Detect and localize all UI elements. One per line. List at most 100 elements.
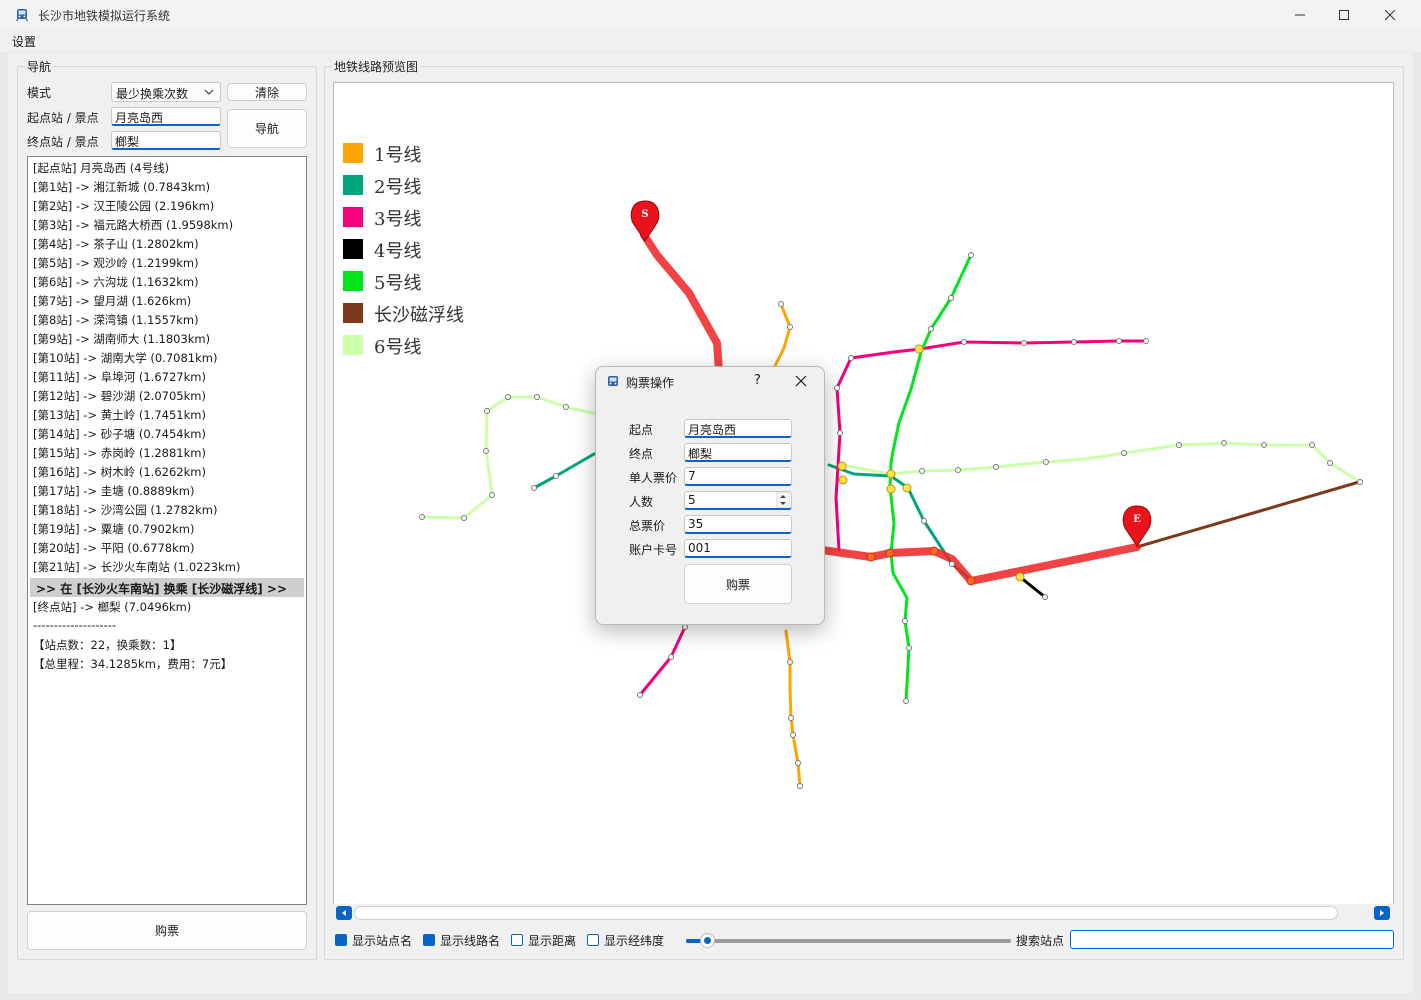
end-marker-label: E	[1133, 514, 1141, 525]
metro-map-canvas[interactable]: S E 1号线 2号线 3号线 4号线 5号线 长沙磁浮线 6号线	[333, 82, 1394, 922]
close-icon	[795, 375, 807, 387]
dialog-start-input[interactable]: 月亮岛西	[684, 419, 792, 438]
menu-bar: 设置	[0, 30, 1421, 52]
start-marker-label: S	[641, 209, 648, 220]
navigate-button[interactable]: 导航	[227, 109, 307, 148]
route-step-line: [第1站] -> 湘江新城 (0.7843km)	[33, 180, 211, 194]
route-step-line: [第12站] -> 碧沙湖 (2.0705km)	[33, 389, 206, 403]
legend-label: 2号线	[374, 177, 422, 198]
legend-label: 3号线	[374, 209, 422, 230]
dialog-end-input[interactable]: 榔梨	[684, 443, 792, 462]
mode-select-value: 最少换乘次数	[116, 87, 189, 101]
route-step-line: [第14站] -> 砂子塘 (0.7454km)	[33, 427, 206, 441]
show-distance-checkbox[interactable]	[511, 934, 523, 946]
buy-ticket-button[interactable]: 购票	[27, 911, 307, 950]
search-station-input[interactable]	[1070, 930, 1394, 949]
map-hscroll-thumb[interactable]	[354, 906, 1338, 920]
zoom-slider-handle-dot	[704, 937, 711, 944]
route-step-line: [第8站] -> 溁湾镇 (1.1557km)	[33, 313, 199, 327]
maximize-button[interactable]	[1321, 0, 1367, 30]
dialog-start-label: 起点	[629, 423, 654, 437]
route-step-line: [第13站] -> 黄土岭 (1.7451km)	[33, 408, 206, 422]
clear-button[interactable]: 清除	[227, 83, 307, 101]
total-price-label: 总票价	[629, 519, 666, 533]
show-station-names-checkbox[interactable]	[335, 934, 347, 946]
window-title: 长沙市地铁模拟运行系统	[38, 9, 171, 23]
show-line-names-label: 显示线路名	[440, 934, 501, 948]
end-marker: E	[1122, 505, 1152, 547]
passenger-count-value: 5	[688, 493, 696, 507]
route-step-line: [第20站] -> 平阳 (0.6778km)	[33, 541, 195, 555]
unit-price-label: 单人票价	[629, 471, 678, 485]
help-button[interactable]: ?	[754, 373, 761, 388]
show-latlng-label: 显示经纬度	[604, 934, 665, 948]
scroll-right-button[interactable]	[1374, 906, 1390, 920]
start-station-input[interactable]: 月亮岛西	[111, 107, 221, 126]
title-bar: 长沙市地铁模拟运行系统	[0, 0, 1421, 30]
dialog-close-button[interactable]	[795, 375, 807, 390]
scroll-left-button[interactable]	[336, 906, 352, 920]
legend-label: 4号线	[374, 241, 422, 262]
route-divider: --------------------	[33, 618, 116, 632]
minimize-button[interactable]	[1277, 0, 1323, 30]
triangle-right-icon	[1380, 910, 1384, 916]
metro-dialog-icon	[606, 375, 620, 392]
minimize-icon	[1295, 14, 1305, 16]
route-step-line: [第6站] -> 六沟垅 (1.1632km)	[33, 275, 199, 289]
spin-up-down-icon	[775, 492, 791, 508]
legend-label: 1号线	[374, 145, 422, 166]
route-summary-distance: 【总里程：34.1285km，费用：7元】	[33, 657, 233, 671]
purchase-dialog: 购票操作 ? 起点 月亮岛西 终点 榔梨 单人票价 7 人数 5 总票价 35 …	[595, 366, 825, 625]
legend-swatch	[343, 143, 363, 163]
spinbox-arrows[interactable]	[775, 492, 791, 508]
route-start-line: [起点站] 月亮岛西 (4号线)	[33, 161, 170, 175]
dialog-buy-button[interactable]: 购票	[684, 564, 792, 604]
metro-map-svg: S E	[419, 200, 1363, 789]
legend-swatch	[343, 175, 363, 195]
mode-label: 模式	[27, 86, 52, 100]
menu-settings[interactable]: 设置	[12, 33, 36, 50]
passenger-count-spinbox[interactable]: 5	[684, 491, 792, 510]
show-station-names-label: 显示站点名	[352, 934, 413, 948]
passenger-count-label: 人数	[629, 495, 654, 509]
legend-swatch	[343, 303, 363, 323]
legend-label: 长沙磁浮线	[374, 305, 464, 326]
route-step-line: [第11站] -> 阜埠河 (1.6727km)	[33, 370, 206, 384]
line-6-path	[420, 395, 624, 520]
route-transfer-line: >> 在 [长沙火车南站] 换乘 [长沙磁浮线] >>	[30, 578, 304, 597]
zoom-slider-track[interactable]	[686, 939, 1011, 943]
start-marker: S	[630, 200, 660, 242]
route-step-line: [第4站] -> 茶子山 (1.2802km)	[33, 237, 199, 251]
route-step-line: [第15站] -> 赤岗岭 (1.2881km)	[33, 446, 206, 460]
line-4-branch-path	[1018, 575, 1047, 599]
transfer-dots	[837, 344, 1025, 582]
route-step-line: [第17站] -> 圭塘 (0.8889km)	[33, 484, 195, 498]
end-station-input[interactable]: 榔梨	[111, 131, 221, 150]
route-step-line: [第19站] -> 粟塘 (0.7902km)	[33, 522, 195, 536]
search-station-label: 搜索站点	[1016, 934, 1065, 948]
legend-swatch	[343, 207, 363, 227]
show-latlng-checkbox[interactable]	[587, 934, 599, 946]
route-end-line: [终点站] -> 榔梨 (7.0496km)	[33, 600, 192, 614]
route-step-line: [第5站] -> 观沙岭 (1.2199km)	[33, 256, 199, 270]
show-line-names-checkbox[interactable]	[423, 934, 435, 946]
close-icon	[1385, 10, 1395, 20]
total-price-input[interactable]: 35	[684, 515, 792, 534]
legend-swatch	[343, 239, 363, 259]
show-distance-label: 显示距离	[528, 934, 577, 948]
route-step-line: [第9站] -> 湖南师大 (1.1803km)	[33, 332, 211, 346]
nav-group-title: 导航	[25, 58, 54, 75]
route-result-list[interactable]: [起点站] 月亮岛西 (4号线) [第1站] -> 湘江新城 (0.7843km)…	[27, 156, 307, 905]
unit-price-input[interactable]: 7	[684, 467, 792, 486]
route-step-line: [第18站] -> 沙湾公园 (1.2782km)	[33, 503, 218, 517]
legend-label: 5号线	[374, 273, 422, 294]
start-station-label: 起点站 / 景点	[27, 111, 99, 125]
mode-select[interactable]: 最少换乘次数	[111, 82, 221, 102]
line-5-path	[888, 253, 973, 703]
line-6-east-path	[842, 441, 1362, 484]
map-group-title: 地铁线路预览图	[332, 58, 421, 75]
card-number-input[interactable]: 001	[684, 539, 792, 558]
end-station-label: 终点站 / 景点	[27, 135, 99, 149]
close-button[interactable]	[1367, 0, 1413, 30]
route-step-line: [第7站] -> 望月湖 (1.626km)	[33, 294, 192, 308]
